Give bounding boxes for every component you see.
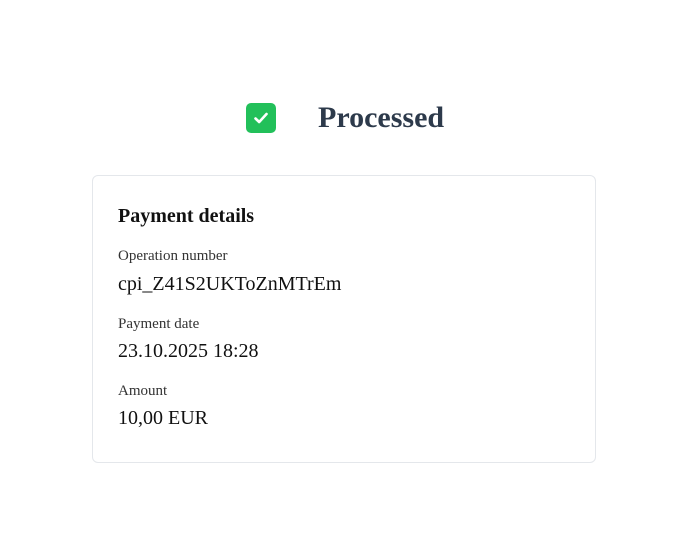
payment-date-label: Payment date bbox=[118, 316, 200, 332]
amount-value: 10,00 EUR bbox=[118, 407, 208, 429]
payment-details-card: Payment details Operation number cpi_Z41… bbox=[92, 175, 596, 463]
amount-label: Amount bbox=[118, 383, 168, 399]
payment-date-value: 23.10.2025 18:28 bbox=[118, 340, 259, 362]
status-header bbox=[246, 103, 276, 133]
operation-number-value: cpi_Z41S2UKToZnMTrEm bbox=[118, 273, 342, 295]
card-title: Payment details bbox=[118, 205, 255, 227]
operation-number-label: Operation number bbox=[118, 248, 228, 264]
check-icon bbox=[246, 103, 276, 133]
checkmark-glyph bbox=[254, 112, 268, 124]
status-title: Processed bbox=[318, 101, 445, 134]
